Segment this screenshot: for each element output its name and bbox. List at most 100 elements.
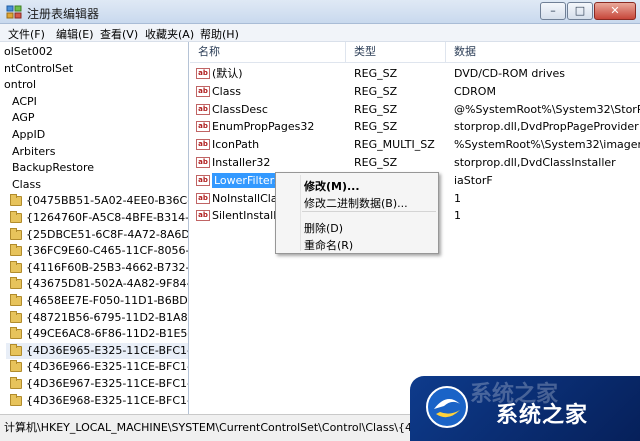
value-name: Installer32 (212, 156, 271, 169)
tree-item[interactable]: {25DBCE51-6C8F-4A72-8A6D- (6, 227, 188, 243)
tree-item[interactable]: olSet002 (4, 44, 188, 60)
value-data: CDROM (454, 84, 496, 98)
value-row[interactable]: ab Installer32 REG_SZ storprop.dll,DvdClass… (190, 154, 640, 171)
value-data: iaStorF (454, 173, 493, 187)
close-button[interactable]: ✕ (594, 2, 636, 20)
tree-item-label: Class (12, 177, 41, 191)
folder-icon (10, 211, 22, 223)
value-data: 1 (454, 191, 461, 205)
folder-icon (10, 377, 22, 389)
tree-item[interactable]: AppID (12, 127, 188, 143)
ctx-delete[interactable]: 删除(D) (304, 220, 343, 236)
string-value-icon: ab (196, 192, 210, 204)
tree-item-label: Arbiters (12, 144, 56, 158)
value-data: %SystemRoot%\System32\imageres. (454, 138, 640, 152)
tree-item[interactable]: Arbiters (12, 144, 188, 160)
tree-item[interactable]: {4D36E967-E325-11CE-BFC1-0 (6, 376, 189, 392)
column-header-type[interactable]: 类型 (346, 42, 446, 62)
tree-item[interactable]: {0475BB51-5A02-4EE0-B36C-2 (6, 193, 189, 209)
value-type: REG_SZ (354, 156, 398, 169)
string-value-icon: ab (196, 85, 210, 97)
tree-item[interactable]: ntControlSet (4, 61, 188, 77)
registry-key-tree[interactable]: olSet002 ntControlSet ontrol ACPI AGP AppID Ar… (0, 42, 189, 414)
folder-icon (10, 310, 22, 323)
value-type: REG_SZ (354, 102, 398, 116)
tree-item[interactable]: BackupRestore (12, 160, 188, 176)
tree-item[interactable]: {4D36E966-E325-11CE-BFC1-0 (6, 359, 189, 375)
tree-item-label: {1264760F-A5C8-4BFE-B314-D (26, 211, 189, 224)
value-row[interactable]: ab (默认) REG_SZ DVD/CD-ROM drives (190, 65, 640, 82)
tree-item[interactable]: {48721B56-6795-11D2-B1A8-0 (6, 310, 188, 326)
maximize-button[interactable]: □ (567, 2, 593, 20)
menu-view[interactable]: 查看(V) (100, 26, 138, 42)
value-row[interactable]: ab Class REG_SZ CDROM (190, 83, 640, 100)
value-data: storprop.dll,DvdClassInstaller (454, 156, 616, 169)
menu-help[interactable]: 帮助(H) (200, 26, 239, 42)
tree-item[interactable]: {1264760F-A5C8-4BFE-B314-D (6, 210, 189, 226)
string-value-icon: ab (196, 157, 210, 168)
value-type: REG_SZ (354, 120, 398, 134)
value-type: REG_MULTI_SZ (354, 138, 435, 152)
tree-item[interactable]: {43675D81-502A-4A82-9F84-B (6, 276, 189, 292)
header-divider (190, 62, 640, 63)
value-name: (默认) (212, 67, 243, 80)
folder-icon (10, 227, 22, 240)
menu-favorites[interactable]: 收藏夹(A) (145, 26, 194, 42)
tree-item-label: {4D36E965-E325-11CE-BFC1-0 (26, 343, 189, 357)
tree-item-label: {43675D81-502A-4A82-9F84-B (26, 277, 189, 291)
tree-item-label: {49CE6AC8-6F86-11D2-B1E5-0 (26, 327, 189, 341)
tree-item-label: {4658EE7E-F050-11D1-B6BD-0 (26, 294, 189, 307)
menu-file[interactable]: 文件(F) (8, 26, 45, 42)
folder-icon (10, 294, 22, 306)
value-name: EnumPropPages32 (212, 120, 315, 134)
folder-icon (10, 260, 22, 273)
string-value-icon: ab (196, 121, 210, 133)
tree-item-label: BackupRestore (12, 161, 95, 175)
ctx-rename[interactable]: 重命名(R) (304, 237, 353, 253)
folder-icon (10, 327, 22, 340)
registry-editor-icon (6, 5, 22, 19)
tree-item[interactable]: Class (12, 177, 188, 193)
window-title: 注册表编辑器 (27, 7, 100, 21)
ctx-modify-binary[interactable]: 修改二进制数据(B)... (304, 195, 408, 211)
tree-item-label: {4D36E966-E325-11CE-BFC1-0 (26, 360, 189, 374)
tree-item-label: {0475BB51-5A02-4EE0-B36C-2 (26, 194, 189, 208)
value-row[interactable]: ab EnumPropPages32 REG_SZ storprop.dll,DvdP… (190, 118, 640, 135)
value-row[interactable]: ab ClassDesc REG_SZ @%SystemRoot%\System32\… (190, 101, 640, 118)
column-header-data[interactable]: 数据 (446, 42, 640, 62)
tree-item[interactable]: {36FC9E60-C465-11CF-8056-4 (6, 243, 189, 259)
tree-item-label: {36FC9E60-C465-11CF-8056-4 (26, 244, 189, 258)
tree-item-label: olSet002 (4, 45, 53, 58)
watermark-logo-icon (426, 386, 468, 428)
tree-item[interactable]: {4D36E968-E325-11CE-BFC1-0 (6, 393, 188, 409)
string-value-icon: ab (196, 103, 210, 115)
tree-item-label: {4D36E967-E325-11CE-BFC1-0 (26, 377, 189, 390)
value-name: IconPath (212, 138, 260, 152)
folder-icon (10, 277, 22, 290)
menu-edit[interactable]: 编辑(E) (56, 26, 94, 42)
value-data: @%SystemRoot%\System32\StorPro (454, 102, 640, 116)
tree-item[interactable]: {4D36E965-E325-11CE-BFC1-0 (6, 342, 189, 359)
status-path: 计算机\HKEY_LOCAL_MACHINE\SYSTEM\CurrentCon… (4, 421, 424, 434)
tree-item[interactable]: {49CE6AC8-6F86-11D2-B1E5-0 (6, 326, 189, 342)
context-menu-separator (302, 211, 436, 212)
tree-item-label: ontrol (4, 78, 37, 92)
value-data: 1 (454, 209, 461, 223)
string-value-icon: ab (196, 210, 210, 222)
folder-icon (10, 244, 22, 257)
minimize-button[interactable]: – (540, 2, 566, 20)
tree-item[interactable]: {4116F60B-25B3-4662-B732-9 (6, 260, 188, 276)
column-header-name[interactable]: 名称 (190, 42, 346, 62)
watermark-text: 系统之家 (496, 403, 589, 428)
value-row[interactable]: ab IconPath REG_MULTI_SZ %SystemRoot%\Syste… (190, 136, 640, 153)
tree-item[interactable]: AGP (12, 110, 188, 126)
context-menu-gutter (300, 175, 301, 251)
tree-item-label: AppID (12, 128, 46, 141)
value-data: storprop.dll,DvdPropPageProvider (454, 120, 639, 134)
tree-item[interactable]: ACPI (12, 94, 188, 110)
folder-icon (10, 194, 22, 207)
string-value-icon: ab (196, 174, 210, 186)
tree-item[interactable]: {4658EE7E-F050-11D1-B6BD-0 (6, 293, 189, 309)
tree-item[interactable]: ontrol (4, 77, 188, 93)
ctx-modify[interactable]: 修改(M)... (304, 178, 360, 194)
